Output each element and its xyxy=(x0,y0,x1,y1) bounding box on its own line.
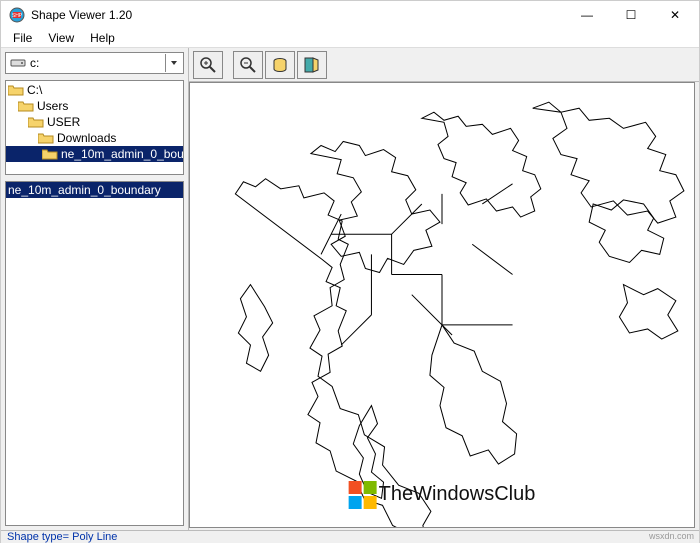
menubar: File View Help xyxy=(1,29,699,48)
attribution: wsxdn.com xyxy=(649,531,694,541)
folder-open-icon xyxy=(8,84,24,96)
exit-button[interactable] xyxy=(297,51,327,79)
folder-tree[interactable]: C:\ Users USER Downloads ne_10m_admin_0_… xyxy=(5,80,184,175)
folder-open-icon xyxy=(38,132,54,144)
folder-open-icon xyxy=(28,116,44,128)
chevron-down-icon xyxy=(165,54,181,72)
drive-selector[interactable]: c: xyxy=(5,52,184,74)
menu-file[interactable]: File xyxy=(7,29,38,47)
watermark: TheWindowsClub xyxy=(349,481,536,509)
shapefile-render xyxy=(190,83,694,527)
zoom-in-button[interactable] xyxy=(193,51,223,79)
map-canvas[interactable]: TheWindowsClub xyxy=(189,82,695,528)
database-icon xyxy=(271,56,289,74)
svg-text:SHP: SHP xyxy=(12,13,23,19)
folder-open-icon xyxy=(18,100,34,112)
view-dbf-button[interactable] xyxy=(265,51,295,79)
tree-label: Users xyxy=(37,99,68,113)
tree-label: Downloads xyxy=(57,131,116,145)
app-window: SHP Shape Viewer 1.20 — ☐ ✕ File View He… xyxy=(0,0,700,543)
exit-icon xyxy=(303,56,321,74)
zoom-in-icon xyxy=(199,56,217,74)
tree-label: USER xyxy=(47,115,80,129)
drive-label: c: xyxy=(30,56,39,70)
app-icon: SHP xyxy=(9,7,25,23)
tree-row[interactable]: Users xyxy=(6,98,183,114)
close-button[interactable]: ✕ xyxy=(653,1,697,29)
menu-help[interactable]: Help xyxy=(84,29,121,47)
file-label: ne_10m_admin_0_boundary xyxy=(8,183,161,197)
status-text: Shape type= Poly Line xyxy=(7,531,117,543)
toolbar xyxy=(189,48,699,82)
drive-icon xyxy=(10,57,26,69)
tree-label: C:\ xyxy=(27,83,42,97)
status-bar: Shape type= Poly Line xyxy=(1,530,699,543)
tree-row[interactable]: Downloads xyxy=(6,130,183,146)
minimize-button[interactable]: — xyxy=(565,1,609,29)
content-area: c: C:\ Users USER xyxy=(1,48,699,530)
tree-label: ne_10m_admin_0_bou xyxy=(61,147,183,161)
tree-row[interactable]: USER xyxy=(6,114,183,130)
file-list[interactable]: ne_10m_admin_0_boundary xyxy=(5,181,184,526)
tree-row-selected[interactable]: ne_10m_admin_0_bou xyxy=(6,146,183,162)
watermark-text: TheWindowsClub xyxy=(379,483,536,506)
zoom-out-button[interactable] xyxy=(233,51,263,79)
tree-row[interactable]: C:\ xyxy=(6,82,183,98)
windows-logo-icon xyxy=(349,481,377,509)
sidebar: c: C:\ Users USER xyxy=(1,48,189,530)
folder-open-icon xyxy=(42,148,58,160)
maximize-button[interactable]: ☐ xyxy=(609,1,653,29)
file-row-selected[interactable]: ne_10m_admin_0_boundary xyxy=(6,182,183,198)
main-panel: TheWindowsClub xyxy=(189,48,699,530)
window-title: Shape Viewer 1.20 xyxy=(31,8,565,22)
zoom-out-icon xyxy=(239,56,257,74)
titlebar[interactable]: SHP Shape Viewer 1.20 — ☐ ✕ xyxy=(1,1,699,29)
menu-view[interactable]: View xyxy=(42,29,80,47)
